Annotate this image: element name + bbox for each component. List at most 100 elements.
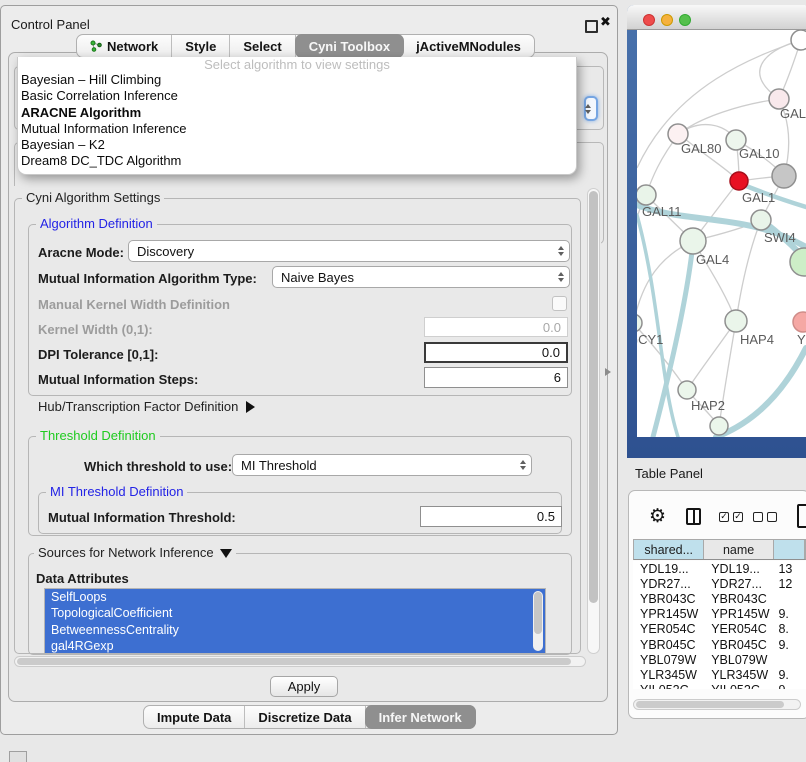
network-node-HAP2[interactable] (678, 381, 696, 399)
network-node-GAL4[interactable] (680, 228, 706, 254)
algorithm-option[interactable]: Dream8 DC_TDC Algorithm (18, 153, 576, 169)
network-edge[interactable] (736, 220, 761, 321)
hide-columns-icon[interactable] (753, 512, 777, 522)
float-window-icon[interactable] (585, 20, 598, 33)
close-window-icon[interactable] (643, 14, 655, 26)
list-scrollbar[interactable] (533, 591, 543, 651)
network-edge[interactable] (687, 321, 736, 390)
network-node[interactable] (790, 248, 806, 276)
table-cell: YDL19... (704, 562, 774, 576)
algorithm-option[interactable]: Bayesian – K2 (18, 137, 576, 153)
mi-algorithm-type-select[interactable]: Naive Bayes (272, 266, 570, 288)
which-threshold-select[interactable]: MI Threshold (232, 454, 532, 476)
hub-transcription-section-toggle[interactable]: Hub/Transcription Factor Definition (38, 399, 255, 414)
tab-select[interactable]: Select (230, 35, 295, 57)
table-row[interactable]: YBR045CYBR045C9. (633, 637, 806, 652)
tab-style[interactable]: Style (172, 35, 230, 57)
table-row[interactable]: YBR043CYBR043C (633, 591, 806, 606)
table-row[interactable]: YDR27...YDR27...12 (633, 576, 806, 591)
network-node-GCY1[interactable] (637, 314, 642, 332)
algorithm-option[interactable]: Mutual Information Inference (18, 121, 576, 137)
bottom-tab-impute-data[interactable]: Impute Data (144, 706, 245, 728)
column-header-shared...[interactable]: shared... (634, 540, 704, 559)
apply-button[interactable]: Apply (270, 676, 338, 697)
sources-title-text: Sources for Network Inference (38, 545, 214, 560)
settings-horizontal-scrollbar[interactable] (14, 656, 586, 667)
network-node-GAL1[interactable] (730, 172, 748, 190)
new-column-icon[interactable] (797, 504, 806, 528)
table-row[interactable]: YER054CYER054C8. (633, 622, 806, 637)
table-panel-title: Table Panel (635, 466, 703, 481)
network-node-Y[interactable] (793, 312, 806, 332)
data-attribute-item[interactable]: gal4RGexp (45, 638, 545, 654)
algorithm-option[interactable]: Basic Correlation Inference (18, 88, 576, 104)
dpi-tolerance-input[interactable]: 0.0 (424, 342, 568, 363)
bottom-tab-discretize-data[interactable]: Discretize Data (245, 706, 365, 728)
aracne-mode-select[interactable]: Discovery (128, 240, 570, 262)
algorithm-dropdown-prompt: Select algorithm to view settings (18, 57, 576, 72)
column-header-hidden[interactable] (774, 540, 805, 559)
tab-label: Network (107, 39, 158, 54)
zoom-window-icon[interactable] (679, 14, 691, 26)
mi-steps-input[interactable]: 6 (424, 367, 568, 388)
network-edge-highlighted[interactable] (637, 215, 678, 437)
checked-box-icon: ✓ (719, 512, 729, 522)
tab-label: Discretize Data (258, 710, 351, 725)
mi-threshold-value: 0.5 (537, 509, 555, 524)
expanded-arrow-icon (220, 549, 232, 558)
which-threshold-value: MI Threshold (241, 458, 317, 473)
table-row[interactable]: YLR345WYLR345W9. (633, 667, 806, 682)
mi-threshold-label: Mutual Information Threshold: (48, 510, 236, 525)
network-node-SWI4[interactable] (751, 210, 771, 230)
manual-kernel-width-label: Manual Kernel Width Definition (38, 297, 230, 312)
table-cell: YPR145W (633, 607, 704, 621)
panel-divider-grip[interactable] (605, 368, 611, 376)
columns-icon[interactable] (686, 508, 701, 525)
table-row[interactable]: YPR145WYPR145W9. (633, 607, 806, 622)
table-cell: 8. (774, 622, 806, 636)
data-attribute-item[interactable]: BetweennessCentrality (45, 622, 545, 638)
tab-label: Style (185, 39, 216, 54)
network-node[interactable] (710, 417, 728, 435)
tab-cyni-toolbox[interactable]: Cyni Toolbox (295, 34, 404, 58)
algorithm-option[interactable]: Bayesian – Hill Climbing (18, 72, 576, 88)
column-header-name[interactable]: name (704, 540, 773, 559)
table-header: shared...name (633, 539, 806, 560)
table-row[interactable]: YDL19...YDL19...13 (633, 561, 806, 576)
network-node[interactable] (791, 30, 806, 50)
network-node-GAL11[interactable] (637, 185, 656, 205)
tab-label: Cyni Toolbox (309, 39, 390, 54)
sources-group-title[interactable]: Sources for Network Inference (34, 546, 236, 560)
mi-threshold-input[interactable]: 0.5 (420, 506, 562, 527)
table-row[interactable]: YIL052CYIL052C9 (633, 683, 806, 690)
table-cell: YDR27... (633, 577, 704, 591)
network-node[interactable] (772, 164, 796, 188)
tab-network[interactable]: Network (77, 35, 172, 57)
network-window-titlebar[interactable] (627, 5, 806, 30)
kernel-width-input[interactable]: 0.0 (424, 317, 568, 337)
minimize-window-icon[interactable] (661, 14, 673, 26)
mi-algorithm-type-label: Mutual Information Algorithm Type: (38, 271, 257, 286)
bottom-tab-infer-network[interactable]: Infer Network (365, 705, 476, 729)
network-view-window: GALGAL80GAL10GAL1GAL11SWI4GAL4GCY1HAP4YH… (627, 5, 806, 458)
network-edge[interactable] (679, 99, 779, 134)
table-cell: YBR045C (704, 638, 774, 652)
tab-jactivemnodules[interactable]: jActiveMNodules (403, 35, 534, 57)
table-rows: YDL19...YDL19...13YDR27...YDR27...12YBR0… (633, 561, 806, 689)
network-canvas[interactable]: GALGAL80GAL10GAL1GAL11SWI4GAL4GCY1HAP4YH… (637, 30, 806, 437)
close-icon[interactable]: ✖ (600, 15, 611, 30)
data-attribute-item[interactable]: TopologicalCoefficient (45, 605, 545, 621)
table-row[interactable]: YBL079WYBL079W (633, 652, 806, 667)
settings-vertical-scrollbar[interactable] (587, 188, 600, 654)
gear-icon[interactable]: ⚙ (649, 505, 666, 527)
data-attributes-list[interactable]: SelfLoopsTopologicalCoefficientBetweenne… (44, 588, 546, 654)
network-node-HAP4[interactable] (725, 310, 747, 332)
node-label: GAL80 (681, 141, 721, 156)
manual-kernel-width-checkbox[interactable] (552, 296, 567, 311)
collapsed-panel-square[interactable] (9, 751, 27, 762)
algorithm-option[interactable]: ARACNE Algorithm (18, 105, 576, 121)
table-horizontal-scrollbar[interactable] (633, 699, 801, 710)
show-columns-icon[interactable]: ✓ ✓ (719, 512, 743, 522)
mi-steps-label: Mutual Information Steps: (38, 372, 198, 387)
data-attribute-item[interactable]: SelfLoops (45, 589, 545, 605)
